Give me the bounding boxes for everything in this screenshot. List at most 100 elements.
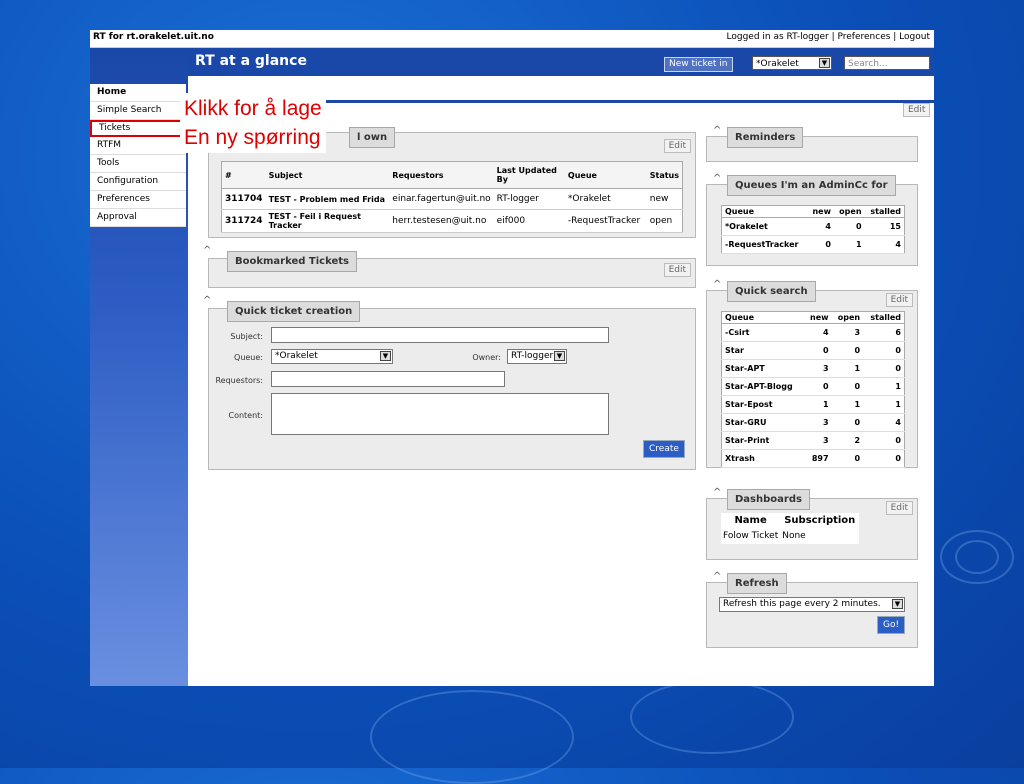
search-input[interactable]: Search... xyxy=(844,56,930,70)
edit-button[interactable]: Edit xyxy=(885,293,913,307)
sidebar-item-home[interactable]: Home xyxy=(90,84,186,102)
go-button[interactable]: Go! xyxy=(877,616,906,634)
collapse-icon[interactable]: ^ xyxy=(713,173,721,184)
annotation-line: Klikk for å lage xyxy=(184,97,322,120)
sidebar-item-rtfm[interactable]: RTFM xyxy=(90,137,186,155)
page-edit-button[interactable]: Edit xyxy=(903,103,931,117)
collapse-icon[interactable]: ^ xyxy=(203,295,211,306)
ticket-subject[interactable]: TEST - Problem med Frida xyxy=(265,188,390,210)
subject-input[interactable] xyxy=(271,327,609,343)
sidebar-item-configuration[interactable]: Configuration xyxy=(90,173,186,191)
queue-link[interactable]: Star-Print xyxy=(721,431,805,450)
dashboard-subscription[interactable]: None xyxy=(780,528,859,544)
col-header[interactable]: Requestors xyxy=(389,161,494,189)
count-new[interactable]: 0 xyxy=(804,341,832,360)
queue-link[interactable]: Star-APT xyxy=(721,359,805,378)
user-links[interactable]: Logged in as RT-logger | Preferences | L… xyxy=(727,32,930,42)
count-stalled[interactable]: 15 xyxy=(864,217,905,236)
count-open[interactable]: 0 xyxy=(834,217,865,236)
new-ticket-button[interactable]: New ticket in xyxy=(664,57,733,72)
count-new[interactable]: 1 xyxy=(804,395,832,414)
queue-link[interactable]: Star xyxy=(721,341,805,360)
sidebar-item-simple-search[interactable]: Simple Search xyxy=(90,102,186,120)
count-stalled[interactable]: 1 xyxy=(863,377,905,396)
queue-link[interactable]: Xtrash xyxy=(721,449,805,468)
panel-title[interactable]: Dashboards xyxy=(727,489,810,510)
col-header[interactable]: Queue xyxy=(564,161,647,189)
ticket-id[interactable]: 311704 xyxy=(221,188,266,210)
queue-select[interactable]: *Orakelet ▼ xyxy=(752,56,832,70)
count-open[interactable]: 0 xyxy=(831,377,864,396)
count-stalled[interactable]: 6 xyxy=(863,323,905,342)
refresh-select[interactable]: Refresh this page every 2 minutes. ▼ xyxy=(719,597,905,612)
count-open[interactable]: 0 xyxy=(831,449,864,468)
sidebar-item-tools[interactable]: Tools xyxy=(90,155,186,173)
count-new[interactable]: 0 xyxy=(807,235,834,254)
collapse-icon[interactable]: ^ xyxy=(713,487,721,498)
count-new[interactable]: 0 xyxy=(804,377,832,396)
count-stalled[interactable]: 0 xyxy=(863,449,905,468)
queue-select[interactable]: *Orakelet ▼ xyxy=(271,349,393,364)
collapse-icon[interactable]: ^ xyxy=(713,571,721,582)
collapse-icon[interactable]: ^ xyxy=(713,279,721,290)
col-header[interactable]: Subject xyxy=(265,161,390,189)
panel-title: Refresh xyxy=(727,573,787,594)
requestors-input[interactable] xyxy=(271,371,505,387)
count-open[interactable]: 1 xyxy=(831,395,864,414)
table-row: -RequestTracker 0 1 4 xyxy=(721,235,905,254)
collapse-icon[interactable]: ^ xyxy=(713,125,721,136)
count-stalled[interactable]: 0 xyxy=(863,359,905,378)
count-open[interactable]: 3 xyxy=(831,323,864,342)
queue-link[interactable]: Star-Epost xyxy=(721,395,805,414)
owner-label: Owner: xyxy=(472,353,501,362)
panel-title[interactable]: l own xyxy=(349,127,396,148)
col-header[interactable]: Status xyxy=(646,161,683,189)
queue-link[interactable]: Star-GRU xyxy=(721,413,805,432)
count-stalled[interactable]: 1 xyxy=(863,395,905,414)
count-open[interactable]: 0 xyxy=(831,413,864,432)
ticket-subject[interactable]: TEST - Feil i Request Tracker xyxy=(265,209,390,233)
owner-select[interactable]: RT-logger ▼ xyxy=(507,349,567,364)
count-stalled[interactable]: 0 xyxy=(863,341,905,360)
sidebar-item-approval[interactable]: Approval xyxy=(90,209,186,227)
count-new[interactable]: 897 xyxy=(804,449,832,468)
count-new[interactable]: 4 xyxy=(804,323,832,342)
sidebar-item-preferences[interactable]: Preferences xyxy=(90,191,186,209)
app-title: RT for rt.orakelet.uit.no xyxy=(93,32,214,42)
count-new[interactable]: 3 xyxy=(804,359,832,378)
panel-title[interactable]: Bookmarked Tickets xyxy=(227,251,357,272)
count-new[interactable]: 3 xyxy=(804,413,832,432)
edit-button[interactable]: Edit xyxy=(885,501,913,515)
queue-label: Queue: xyxy=(234,353,263,362)
edit-button[interactable]: Edit xyxy=(663,263,691,277)
table-header-row: Name Subscription xyxy=(721,513,859,528)
count-open[interactable]: 0 xyxy=(831,341,864,360)
sidebar-item-tickets[interactable]: Tickets xyxy=(90,120,186,137)
collapse-icon[interactable]: ^ xyxy=(203,245,211,256)
col-header[interactable]: Last Updated By xyxy=(493,161,565,189)
queue-link[interactable]: -RequestTracker xyxy=(721,235,808,254)
count-new[interactable]: 4 xyxy=(807,217,834,236)
count-stalled[interactable]: 4 xyxy=(864,235,905,254)
queue-link[interactable]: -Csirt xyxy=(721,323,805,342)
panel-title[interactable]: Quick search xyxy=(727,281,816,302)
dashboard-name[interactable]: Folow Ticket xyxy=(721,528,780,544)
ticket-id[interactable]: 311724 xyxy=(221,209,266,233)
content-textarea[interactable] xyxy=(271,393,609,435)
count-stalled[interactable]: 4 xyxy=(863,413,905,432)
queue-link[interactable]: Star-APT-Blogg xyxy=(721,377,805,396)
chevron-down-icon: ▼ xyxy=(554,351,565,361)
col-header: new xyxy=(804,311,832,324)
count-new[interactable]: 3 xyxy=(804,431,832,450)
count-open[interactable]: 1 xyxy=(831,359,864,378)
create-button[interactable]: Create xyxy=(643,440,685,458)
count-open[interactable]: 2 xyxy=(831,431,864,450)
count-stalled[interactable]: 0 xyxy=(863,431,905,450)
panel-title[interactable]: Queues I'm an AdminCc for xyxy=(727,175,896,196)
queue-link[interactable]: *Orakelet xyxy=(721,217,808,236)
panel-title[interactable]: Reminders xyxy=(727,127,804,148)
edit-button[interactable]: Edit xyxy=(663,139,691,153)
col-header: Queue xyxy=(721,205,808,218)
col-header[interactable]: # xyxy=(221,161,266,189)
count-open[interactable]: 1 xyxy=(834,235,865,254)
